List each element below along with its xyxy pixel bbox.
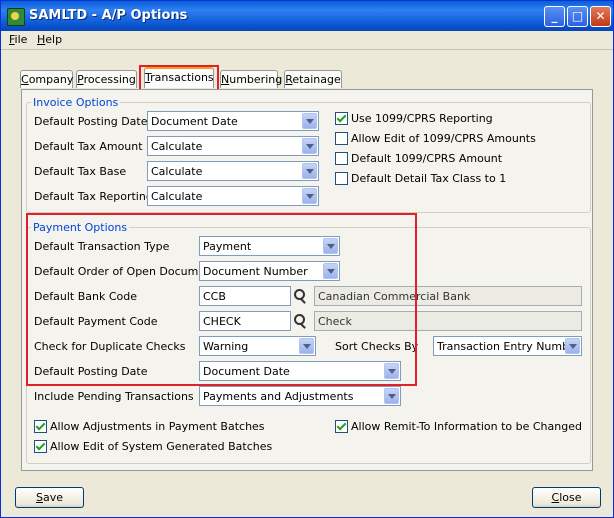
close-window-button[interactable]: ✕	[590, 6, 611, 27]
invoice-options-title: Invoice Options	[31, 96, 121, 109]
chevron-down-icon[interactable]	[302, 113, 317, 129]
maximize-icon: □	[571, 9, 584, 23]
tab-company[interactable]: Company	[20, 70, 73, 88]
chevron-down-icon[interactable]	[302, 138, 317, 154]
allow-edit-1099-checkbox[interactable]	[335, 132, 348, 145]
use-1099-checkbox[interactable]	[335, 112, 348, 125]
allow-adjustments-label: Allow Adjustments in Payment Batches	[50, 420, 265, 433]
chevron-down-icon[interactable]	[565, 338, 580, 354]
maximize-button[interactable]: □	[567, 6, 588, 27]
allow-remit-to-checkbox[interactable]	[335, 420, 348, 433]
chevron-down-icon[interactable]	[384, 388, 399, 404]
allow-edit-system-batches-checkbox[interactable]	[34, 440, 47, 453]
menu-help[interactable]: Help	[37, 33, 62, 46]
default-detail-tax-class-checkbox[interactable]	[335, 172, 348, 185]
minimize-icon: _	[551, 9, 558, 23]
default-tax-reporting-select[interactable]: Calculate	[147, 186, 319, 206]
app-icon	[7, 8, 25, 26]
title-bar[interactable]: SAMLTD - A/P Options _ □ ✕	[1, 1, 613, 31]
allow-edit-1099-label: Allow Edit of 1099/CPRS Amounts	[351, 132, 536, 145]
allow-edit-system-batches-label: Allow Edit of System Generated Batches	[50, 440, 273, 453]
tab-retainage[interactable]: Retainage	[284, 70, 342, 88]
payment-options-highlight	[26, 213, 417, 386]
chevron-down-icon[interactable]	[302, 163, 317, 179]
allow-remit-to-label: Allow Remit-To Information to be Changed	[351, 420, 582, 433]
minimize-button[interactable]: _	[544, 6, 565, 27]
close-icon: ✕	[595, 9, 606, 23]
default-detail-tax-class-label: Default Detail Tax Class to 1	[351, 172, 507, 185]
default-tax-reporting-label: Default Tax Reporting	[34, 190, 153, 203]
default-1099-amount-checkbox[interactable]	[335, 152, 348, 165]
menu-bar: File Help	[1, 31, 613, 50]
ap-options-window: SAMLTD - A/P Options _ □ ✕ File Help Com…	[0, 0, 614, 518]
chevron-down-icon[interactable]	[302, 188, 317, 204]
window-title: SAMLTD - A/P Options	[29, 8, 188, 23]
tab-numbering[interactable]: Numbering	[220, 70, 282, 88]
save-button[interactable]: Save	[15, 487, 84, 508]
include-pending-label: Include Pending Transactions	[34, 390, 194, 403]
default-tax-amount-label: Default Tax Amount	[34, 140, 143, 153]
menu-file[interactable]: File	[9, 33, 27, 46]
transactions-tab-highlight	[139, 65, 219, 91]
include-pending-select[interactable]: Payments and Adjustments	[199, 386, 401, 406]
invoice-posting-date-label: Default Posting Date	[34, 115, 148, 128]
use-1099-label: Use 1099/CPRS Reporting	[351, 112, 493, 125]
tab-processing[interactable]: Processing	[76, 70, 137, 88]
default-tax-amount-select[interactable]: Calculate	[147, 136, 319, 156]
default-tax-base-label: Default Tax Base	[34, 165, 127, 178]
invoice-posting-date-select[interactable]: Document Date	[147, 111, 319, 131]
default-1099-amount-label: Default 1099/CPRS Amount	[351, 152, 503, 165]
close-button[interactable]: Close	[532, 487, 601, 508]
sort-checks-by-select[interactable]: Transaction Entry Number	[433, 336, 582, 356]
allow-adjustments-checkbox[interactable]	[34, 420, 47, 433]
default-tax-base-select[interactable]: Calculate	[147, 161, 319, 181]
